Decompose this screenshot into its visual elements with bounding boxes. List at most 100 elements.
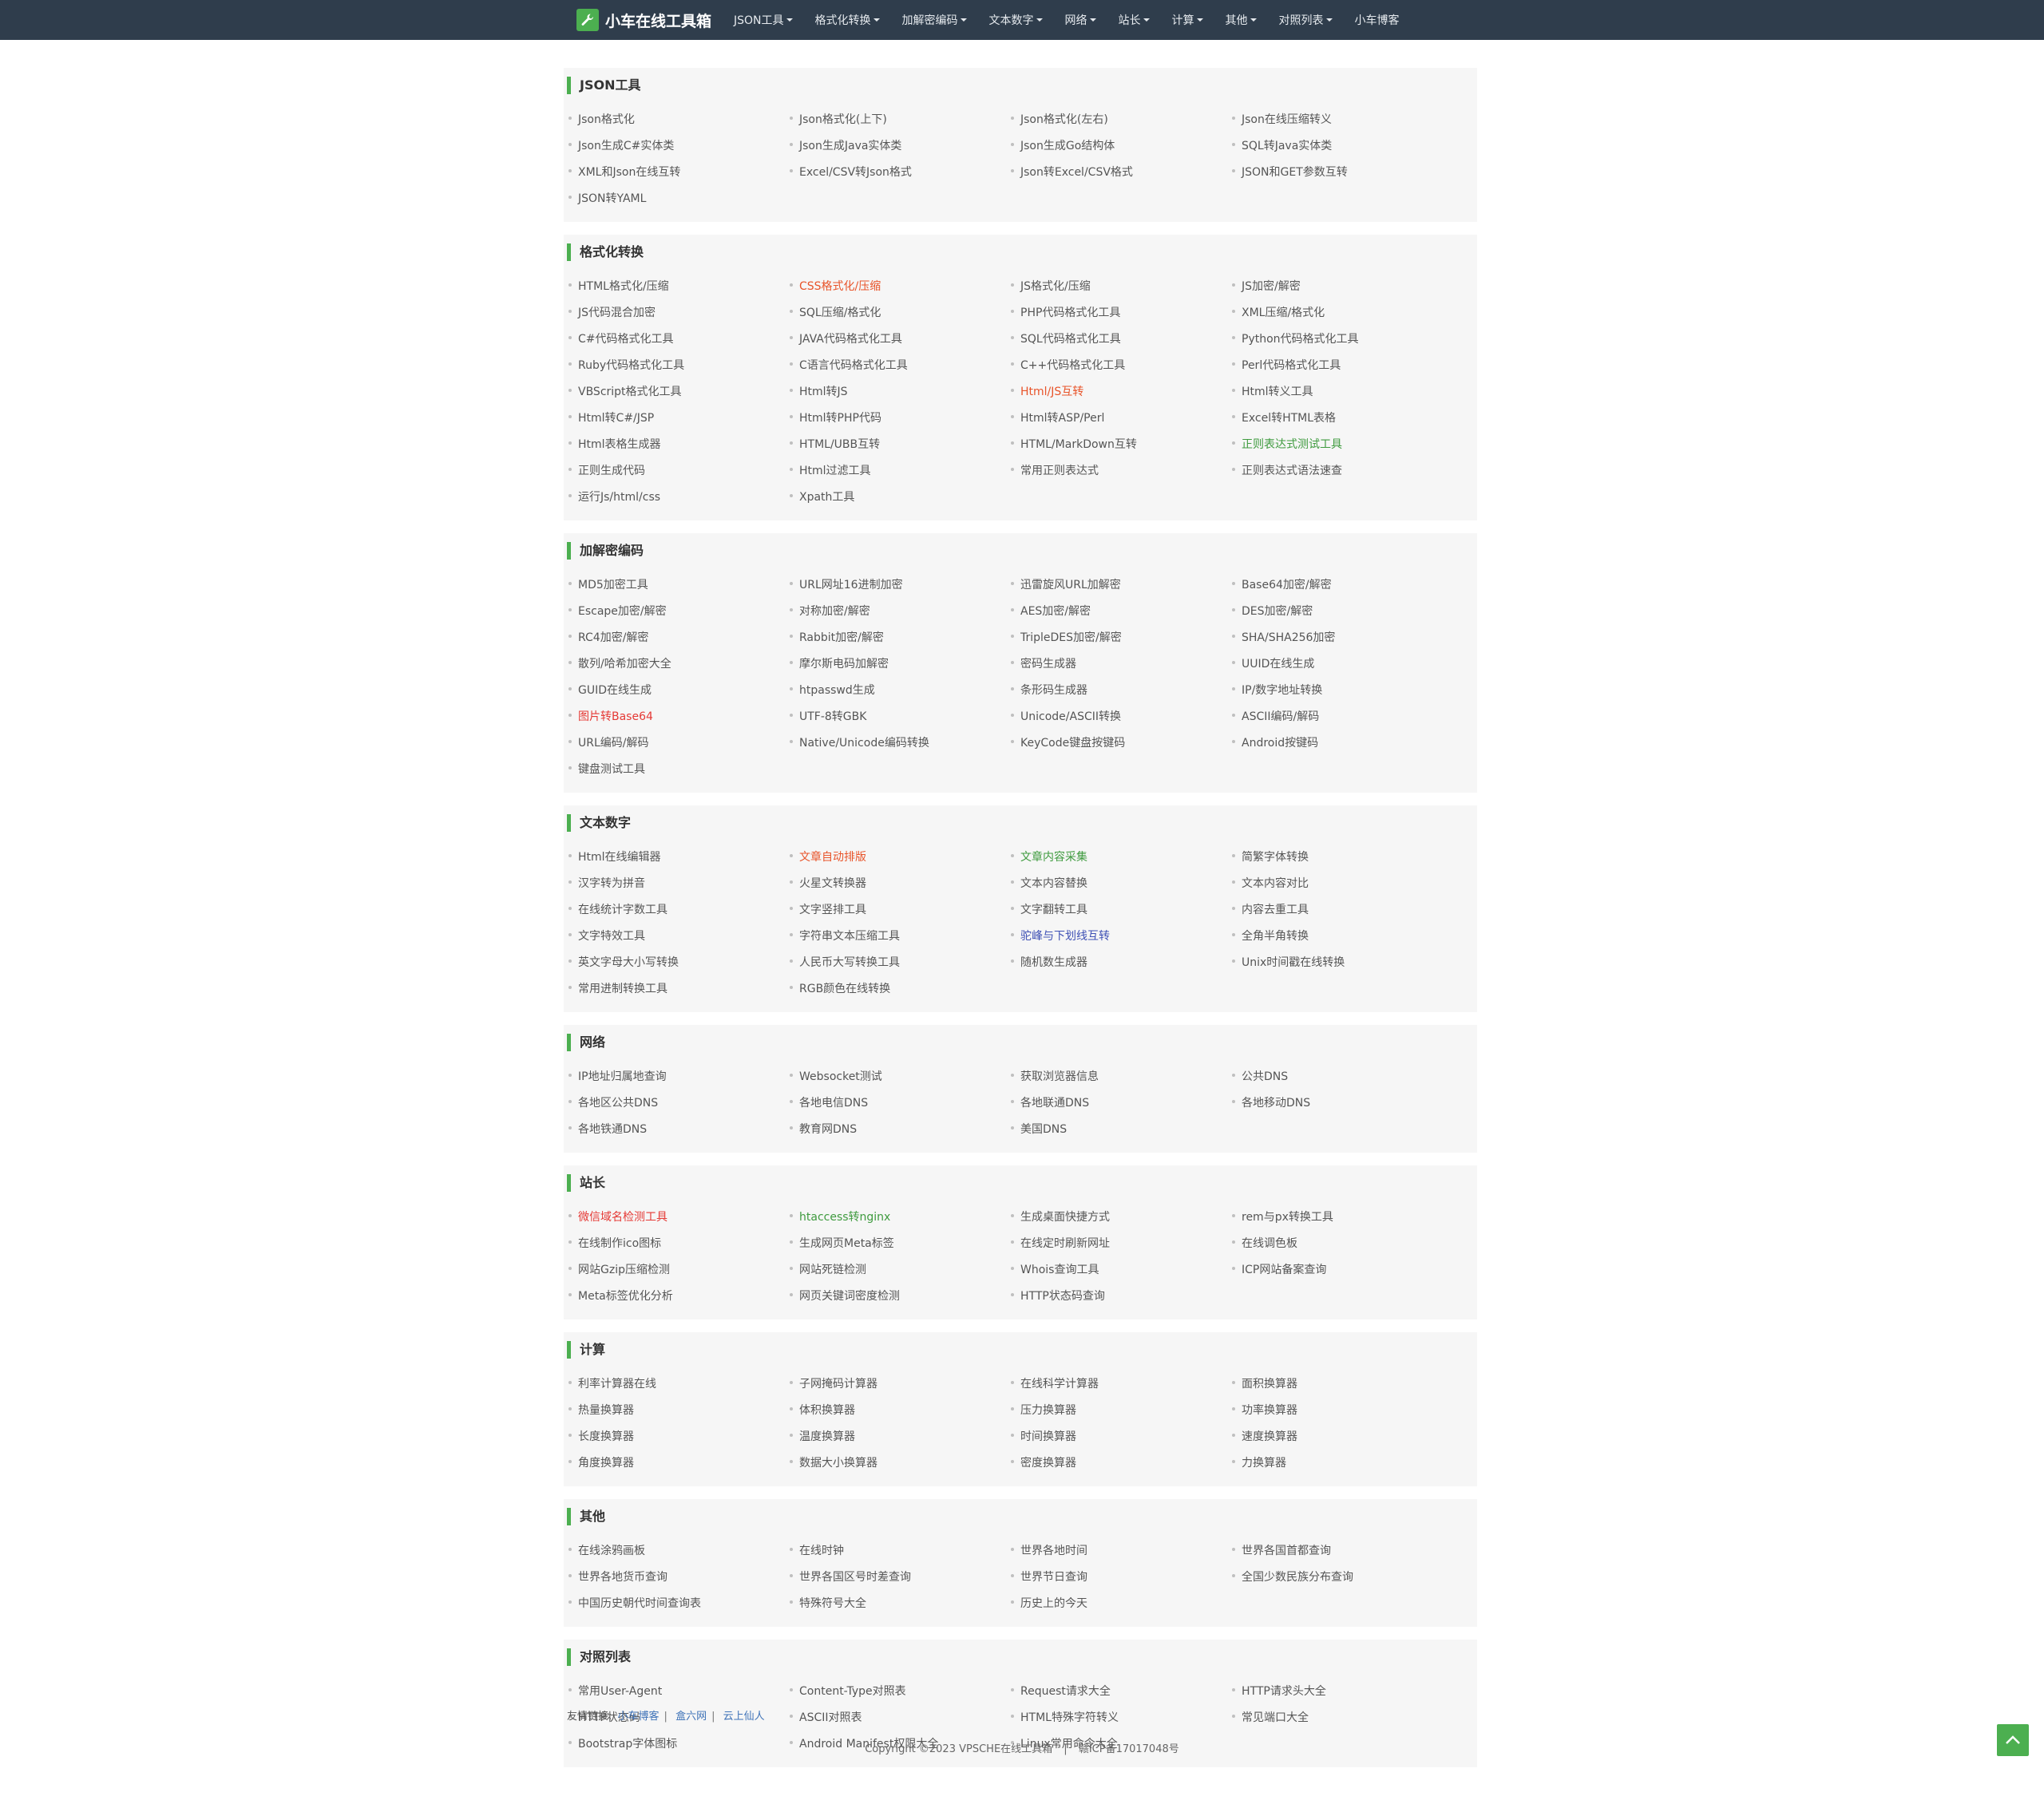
tool-link[interactable]: Html/JS互转 (1011, 379, 1232, 406)
tool-link[interactable]: 时间换算器 (1011, 1424, 1232, 1450)
tool-link[interactable]: 人民币大写转换工具 (790, 950, 1011, 976)
tool-link[interactable]: 简繁字体转换 (1232, 845, 1453, 871)
tool-link[interactable]: 内容去重工具 (1232, 897, 1453, 924)
tool-link[interactable]: Json生成C#实体类 (568, 133, 790, 160)
tool-link[interactable]: htpasswd生成 (790, 678, 1011, 704)
tool-link[interactable]: Json格式化(上下) (790, 107, 1011, 133)
tool-link[interactable]: Html转JS (790, 379, 1011, 406)
tool-link[interactable]: MD5加密工具 (568, 572, 790, 599)
tool-link[interactable]: 文本内容替换 (1011, 871, 1232, 897)
tool-link[interactable]: Html转PHP代码 (790, 406, 1011, 432)
tool-link[interactable]: 文字翻转工具 (1011, 897, 1232, 924)
tool-link[interactable]: HTML/MarkDown互转 (1011, 432, 1232, 458)
tool-link[interactable]: Base64加密/解密 (1232, 572, 1453, 599)
friend-link-1[interactable]: 小车博客 (618, 1711, 660, 1723)
tool-link[interactable]: Unix时间戳在线转换 (1232, 950, 1453, 976)
nav-item-10[interactable]: 小车博客 (1355, 12, 1400, 28)
tool-link[interactable]: Meta标签优化分析 (568, 1284, 790, 1310)
tool-link[interactable]: 在线制作ico图标 (568, 1231, 790, 1257)
tool-link[interactable]: CSS格式化/压缩 (790, 274, 1011, 300)
tool-link[interactable]: 常用进制转换工具 (568, 976, 790, 1003)
tool-link[interactable]: 历史上的今天 (1011, 1591, 1232, 1617)
tool-link[interactable]: 各地区公共DNS (568, 1090, 790, 1117)
tool-link[interactable]: 常用User-Agent (568, 1679, 790, 1705)
tool-link[interactable]: 各地联通DNS (1011, 1090, 1232, 1117)
tool-link[interactable]: 世界各国区号时差查询 (790, 1565, 1011, 1591)
tool-link[interactable]: 字符串文本压缩工具 (790, 924, 1011, 950)
tool-link[interactable]: HTML格式化/压缩 (568, 274, 790, 300)
tool-link[interactable]: Html表格生成器 (568, 432, 790, 458)
tool-link[interactable]: Html在线编辑器 (568, 845, 790, 871)
tool-link[interactable]: 在线定时刷新网址 (1011, 1231, 1232, 1257)
tool-link[interactable]: 教育网DNS (790, 1117, 1011, 1143)
friend-link-3[interactable]: 云上仙人 (723, 1711, 765, 1723)
tool-link[interactable]: 各地电信DNS (790, 1090, 1011, 1117)
tool-link[interactable]: 面积换算器 (1232, 1371, 1453, 1398)
nav-item-7[interactable]: 计算 (1172, 12, 1203, 28)
nav-item-1[interactable]: JSON工具 (734, 12, 793, 28)
tool-link[interactable]: HTML/UBB互转 (790, 432, 1011, 458)
tool-link[interactable]: 微信域名检测工具 (568, 1205, 790, 1231)
tool-link[interactable]: C#代码格式化工具 (568, 326, 790, 353)
tool-link[interactable]: IP地址归属地查询 (568, 1064, 790, 1090)
tool-link[interactable]: 网站死链检测 (790, 1257, 1011, 1284)
tool-link[interactable]: 世界各地时间 (1011, 1538, 1232, 1565)
tool-link[interactable]: 公共DNS (1232, 1064, 1453, 1090)
tool-link[interactable]: 在线涂鸦画板 (568, 1538, 790, 1565)
tool-link[interactable]: 利率计算器在线 (568, 1371, 790, 1398)
tool-link[interactable]: Unicode/ASCII转换 (1011, 704, 1232, 730)
tool-link[interactable]: Websocket测试 (790, 1064, 1011, 1090)
tool-link[interactable]: 网站Gzip压缩检测 (568, 1257, 790, 1284)
tool-link[interactable]: JSON转YAML (568, 186, 790, 212)
tool-link[interactable]: 密码生成器 (1011, 651, 1232, 678)
tool-link[interactable]: SQL转Java实体类 (1232, 133, 1453, 160)
tool-link[interactable]: 密度换算器 (1011, 1450, 1232, 1477)
tool-link[interactable]: AES加密/解密 (1011, 599, 1232, 625)
tool-link[interactable]: 功率换算器 (1232, 1398, 1453, 1424)
nav-item-3[interactable]: 加解密编码 (902, 12, 967, 28)
tool-link[interactable]: 图片转Base64 (568, 704, 790, 730)
tool-link[interactable]: 数据大小换算器 (790, 1450, 1011, 1477)
tool-link[interactable]: Rabbit加密/解密 (790, 625, 1011, 651)
tool-link[interactable]: UUID在线生成 (1232, 651, 1453, 678)
tool-link[interactable]: SQL压缩/格式化 (790, 300, 1011, 326)
tool-link[interactable]: 世界节日查询 (1011, 1565, 1232, 1591)
tool-link[interactable]: 对称加密/解密 (790, 599, 1011, 625)
tool-link[interactable]: GUID在线生成 (568, 678, 790, 704)
tool-link[interactable]: KeyCode键盘按键码 (1011, 730, 1232, 757)
tool-link[interactable]: Whois查询工具 (1011, 1257, 1232, 1284)
tool-link[interactable]: 驼峰与下划线互转 (1011, 924, 1232, 950)
tool-link[interactable]: 各地铁通DNS (568, 1117, 790, 1143)
tool-link[interactable]: 文章自动排版 (790, 845, 1011, 871)
tool-link[interactable]: Android按键码 (1232, 730, 1453, 757)
nav-item-9[interactable]: 对照列表 (1279, 12, 1333, 28)
tool-link[interactable]: ICP网站备案查询 (1232, 1257, 1453, 1284)
brand-link[interactable]: 小车在线工具箱 (576, 9, 711, 31)
tool-link[interactable]: 文章内容采集 (1011, 845, 1232, 871)
nav-item-8[interactable]: 其他 (1226, 12, 1257, 28)
tool-link[interactable]: 网页关键词密度检测 (790, 1284, 1011, 1310)
tool-link[interactable]: 体积换算器 (790, 1398, 1011, 1424)
tool-link[interactable]: Json格式化 (568, 107, 790, 133)
tool-link[interactable]: RC4加密/解密 (568, 625, 790, 651)
icp-link[interactable]: 赣ICP备17017048号 (1079, 1743, 1179, 1755)
tool-link[interactable]: SQL代码格式化工具 (1011, 326, 1232, 353)
tool-link[interactable]: Html转ASP/Perl (1011, 406, 1232, 432)
tool-link[interactable]: Json生成Java实体类 (790, 133, 1011, 160)
tool-link[interactable]: Escape加密/解密 (568, 599, 790, 625)
tool-link[interactable]: 迅雷旋风URL加解密 (1011, 572, 1232, 599)
tool-link[interactable]: TripleDES加密/解密 (1011, 625, 1232, 651)
tool-link[interactable]: 压力换算器 (1011, 1398, 1232, 1424)
tool-link[interactable]: 角度换算器 (568, 1450, 790, 1477)
tool-link[interactable]: 热量换算器 (568, 1398, 790, 1424)
tool-link[interactable]: 全角半角转换 (1232, 924, 1453, 950)
tool-link[interactable]: 文字竖排工具 (790, 897, 1011, 924)
tool-link[interactable]: Python代码格式化工具 (1232, 326, 1453, 353)
tool-link[interactable]: 摩尔斯电码加解密 (790, 651, 1011, 678)
tool-link[interactable]: 世界各地货币查询 (568, 1565, 790, 1591)
tool-link[interactable]: DES加密/解密 (1232, 599, 1453, 625)
tool-link[interactable]: 获取浏览器信息 (1011, 1064, 1232, 1090)
nav-item-5[interactable]: 网络 (1065, 12, 1096, 28)
tool-link[interactable]: 正则生成代码 (568, 458, 790, 485)
tool-link[interactable]: Xpath工具 (790, 485, 1011, 511)
